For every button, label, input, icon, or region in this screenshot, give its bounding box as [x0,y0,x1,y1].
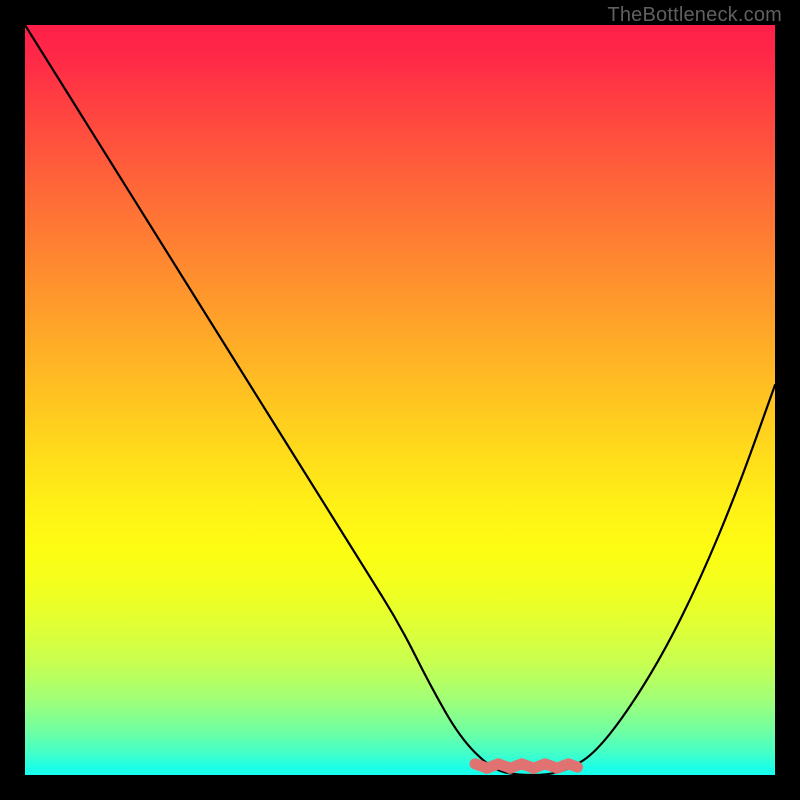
bottleneck-curve [25,25,775,775]
chart-overlay [25,25,775,775]
watermark: TheBottleneck.com [607,4,782,27]
plot-area [25,25,775,775]
flat-zone-highlight [475,764,577,769]
